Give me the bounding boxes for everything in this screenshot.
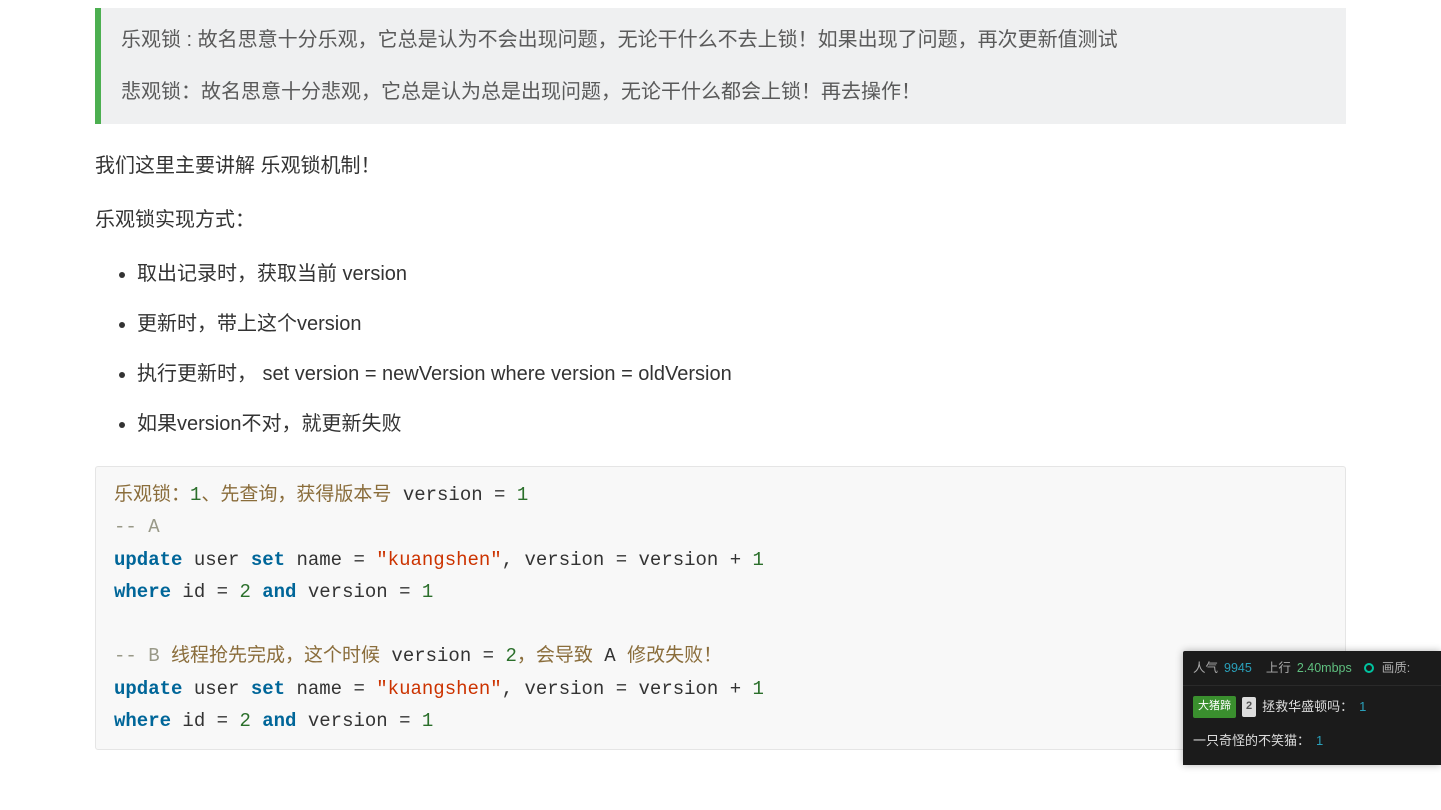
code-text: 乐观锁：	[114, 484, 190, 506]
code-text: 线程抢先完成，这个时候	[171, 645, 391, 667]
code-keyword: set	[251, 549, 285, 571]
code-text: =	[483, 484, 517, 506]
paragraph-intro: 我们这里主要讲解 乐观锁机制！	[95, 148, 1346, 184]
chat-row: 一只奇怪的不笑猫： 1	[1183, 724, 1441, 757]
code-keyword: update	[114, 549, 182, 571]
record-indicator-icon	[1364, 663, 1374, 673]
code-keyword: where	[114, 710, 171, 732]
stats-bar: 人气 9945 上行 2.40mbps 画质:	[1183, 651, 1441, 687]
code-number: 1	[422, 581, 433, 603]
code-text: user	[182, 549, 250, 571]
list-item: 执行更新时， set version = newVersion where ve…	[137, 356, 1346, 392]
list-item: 更新时，带上这个version	[137, 306, 1346, 342]
code-text: , version = version +	[502, 549, 753, 571]
code-number: 2	[239, 581, 250, 603]
chat-message: 1	[1359, 695, 1366, 718]
code-text: , version = version +	[502, 678, 753, 700]
code-number: 1	[753, 678, 764, 700]
code-number: 2	[505, 645, 516, 667]
blockquote-line-pessimistic: 悲观锁：故名思意十分悲观，它总是认为总是出现问题，无论干什么都会上锁！再去操作！	[121, 74, 1326, 110]
code-keyword: and	[262, 581, 296, 603]
code-string: "kuangshen"	[376, 678, 501, 700]
sql-code-block[interactable]: 乐观锁：1、先查询，获得版本号 version = 1 -- A update …	[95, 466, 1346, 750]
livestream-overlay[interactable]: 人气 9945 上行 2.40mbps 画质: 大猪蹄 2 拯救华盛顿吗： 1 …	[1183, 651, 1441, 765]
list-item: 取出记录时，获取当前 version	[137, 256, 1346, 292]
chat-username: 一只奇怪的不笑猫：	[1193, 729, 1310, 752]
code-keyword: set	[251, 678, 285, 700]
list-item: 如果version不对，就更新失败	[137, 406, 1346, 442]
chat-username: 拯救华盛顿吗：	[1262, 695, 1353, 718]
code-keyword: and	[262, 710, 296, 732]
code-text: version	[403, 484, 483, 506]
chat-message: 1	[1316, 729, 1323, 752]
code-text: ，会导致	[517, 645, 604, 667]
code-text: =	[471, 645, 505, 667]
chat-list[interactable]: 大猪蹄 2 拯救华盛顿吗： 1 一只奇怪的不笑猫： 1	[1183, 686, 1441, 765]
blockquote-locks: 乐观锁 : 故名思意十分乐观，它总是认为不会出现问题，无论干什么不去上锁！如果出…	[95, 8, 1346, 124]
blockquote-line-optimistic: 乐观锁 : 故名思意十分乐观，它总是认为不会出现问题，无论干什么不去上锁！如果出…	[121, 22, 1326, 58]
code-string: "kuangshen"	[376, 549, 501, 571]
popularity-label: 人气	[1193, 657, 1218, 680]
code-number: 1	[422, 710, 433, 732]
code-text: version =	[296, 581, 421, 603]
paragraph-impl-heading: 乐观锁实现方式：	[95, 202, 1346, 238]
code-text: A	[604, 645, 615, 667]
code-text: id =	[171, 710, 239, 732]
code-number: 2	[239, 710, 250, 732]
chat-row: 大猪蹄 2 拯救华盛顿吗： 1	[1183, 690, 1441, 723]
code-text: id =	[171, 581, 239, 603]
code-text: name =	[285, 549, 376, 571]
code-number: 1	[517, 484, 528, 506]
code-text: version	[391, 645, 471, 667]
code-comment: -- B	[114, 645, 171, 667]
code-text	[251, 710, 262, 732]
uplink-label: 上行	[1266, 657, 1291, 680]
code-keyword: update	[114, 678, 182, 700]
quality-label: 画质:	[1382, 657, 1410, 680]
uplink-value: 2.40mbps	[1297, 657, 1352, 680]
code-number: 1	[190, 484, 201, 506]
code-text: name =	[285, 678, 376, 700]
user-tag: 大猪蹄	[1193, 696, 1236, 718]
code-number: 1	[753, 549, 764, 571]
implementation-list: 取出记录时，获取当前 version 更新时，带上这个version 执行更新时…	[95, 256, 1346, 442]
code-text: 修改失败！	[616, 645, 722, 667]
code-text: version =	[296, 710, 421, 732]
code-text	[251, 581, 262, 603]
code-keyword: where	[114, 581, 171, 603]
user-level-badge: 2	[1242, 697, 1256, 717]
code-text: user	[182, 678, 250, 700]
code-comment: -- A	[114, 516, 160, 538]
code-text: 、先查询，获得版本号	[201, 484, 402, 506]
popularity-value: 9945	[1224, 657, 1252, 680]
